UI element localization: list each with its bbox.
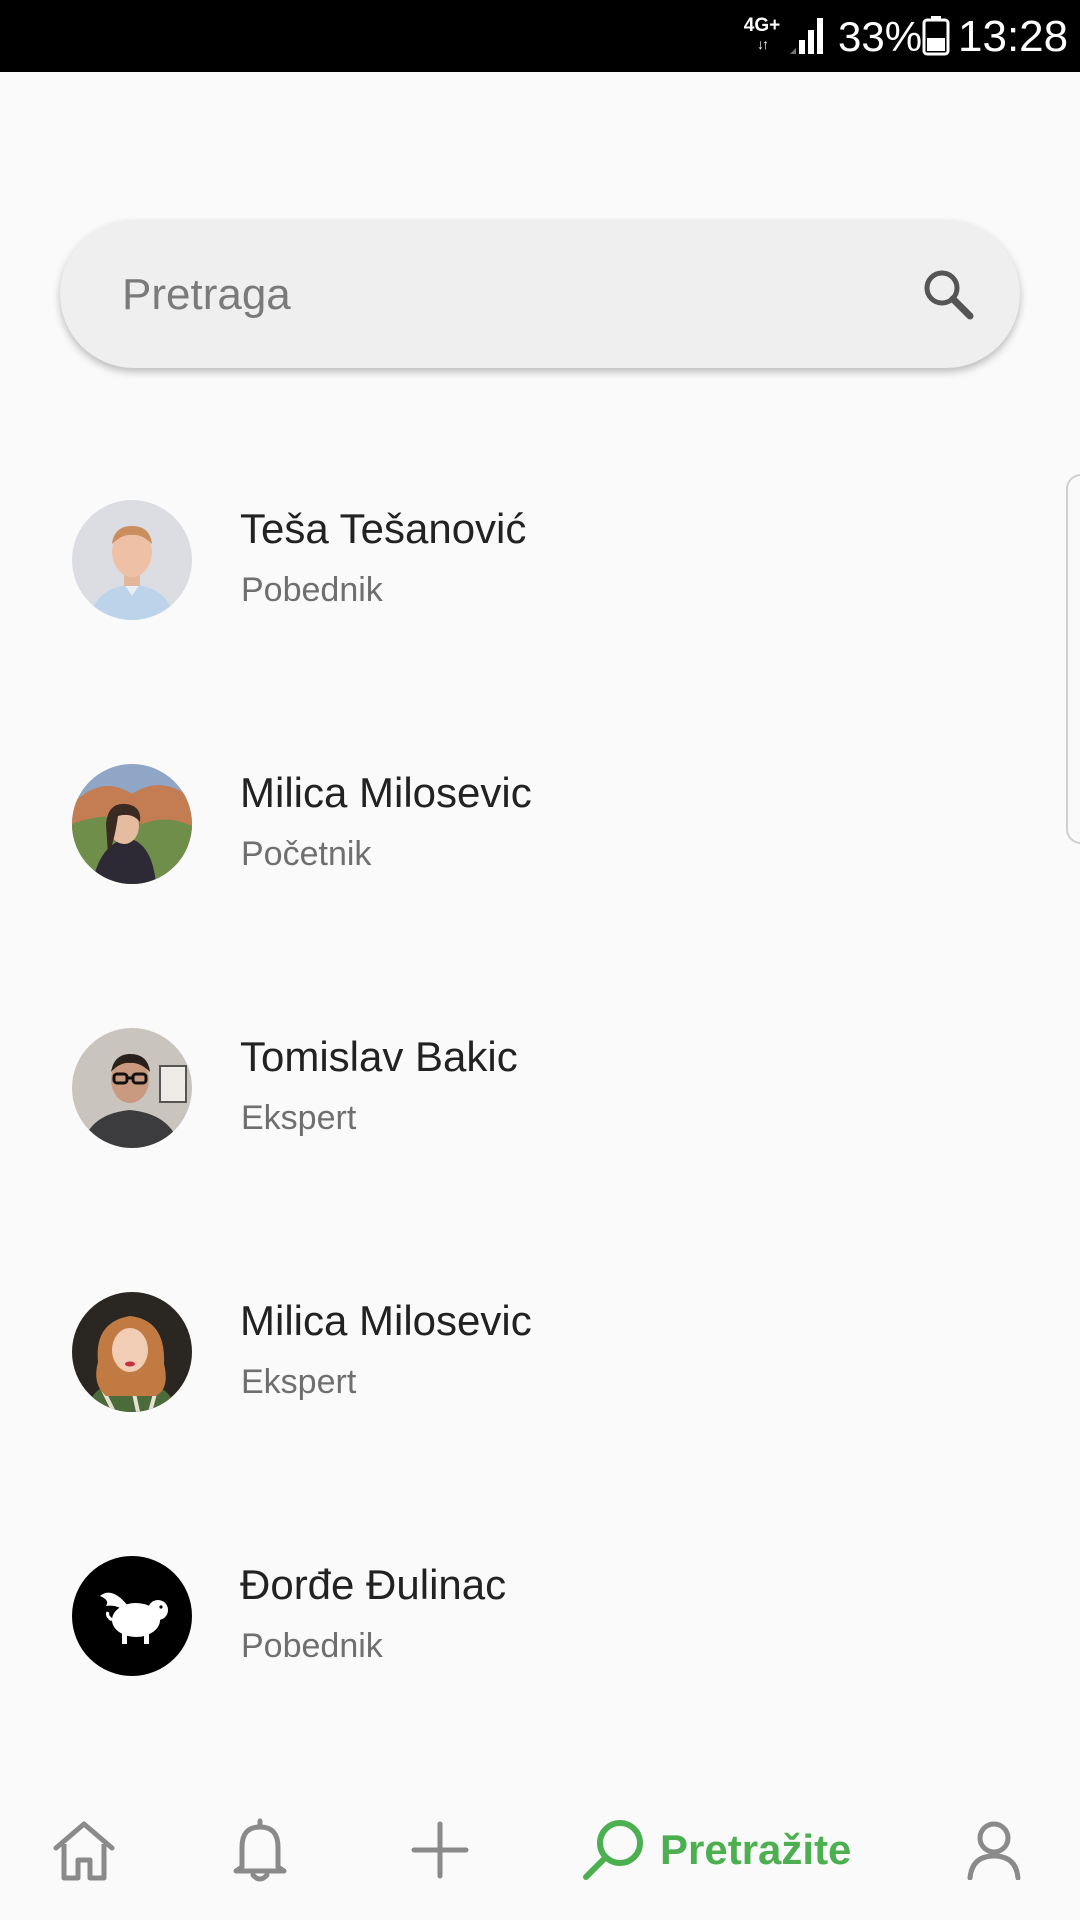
list-item[interactable]: Teša Tešanović Pobednik bbox=[0, 420, 1080, 684]
user-name: Milica Milosevic bbox=[240, 769, 532, 816]
network-label: 4G+ bbox=[743, 15, 781, 36]
search-icon[interactable] bbox=[918, 264, 978, 324]
user-list: Teša Tešanović Pobednik Milica Milosevic… bbox=[0, 420, 1080, 1740]
nav-search-label: Pretražite bbox=[660, 1826, 852, 1873]
list-item[interactable]: Tomislav Bakic Ekspert bbox=[0, 948, 1080, 1212]
user-name: Teša Tešanović bbox=[240, 505, 527, 552]
network-4g-icon: 4G+ ↓↑ bbox=[742, 16, 782, 56]
signal-icon bbox=[790, 18, 823, 54]
user-level: Pobednik bbox=[241, 1627, 383, 1665]
user-name: Milica Milosevic bbox=[240, 1297, 532, 1344]
nav-add[interactable] bbox=[390, 1780, 490, 1920]
nav-search[interactable]: Pretražite bbox=[580, 1780, 870, 1920]
home-icon bbox=[53, 1821, 115, 1881]
avatar bbox=[72, 764, 192, 884]
avatar bbox=[72, 1556, 192, 1676]
status-bar: 4G+ ↓↑ 33% 13:28 bbox=[0, 0, 1080, 72]
clock: 13:28 bbox=[958, 12, 1069, 61]
avatar bbox=[72, 1028, 192, 1148]
user-icon bbox=[967, 1821, 1021, 1880]
bell-icon bbox=[233, 1818, 287, 1882]
list-item[interactable]: Milica Milosevic Ekspert bbox=[0, 1212, 1080, 1476]
avatar bbox=[72, 1292, 192, 1412]
search-icon bbox=[583, 1820, 643, 1880]
user-level: Ekspert bbox=[241, 1363, 357, 1401]
user-name: Tomislav Bakic bbox=[240, 1033, 518, 1080]
plus-icon bbox=[411, 1821, 469, 1879]
avatar bbox=[72, 500, 192, 620]
nav-notifications[interactable] bbox=[210, 1780, 310, 1920]
search-input[interactable] bbox=[120, 220, 904, 370]
search-bar[interactable] bbox=[60, 220, 1020, 370]
user-level: Ekspert bbox=[241, 1099, 357, 1137]
nav-home[interactable] bbox=[34, 1780, 134, 1920]
battery-icon bbox=[922, 16, 950, 56]
user-name: Đorđe Đulinac bbox=[240, 1561, 507, 1608]
nav-profile[interactable] bbox=[944, 1780, 1044, 1920]
bottom-navigation: Pretražite bbox=[0, 1780, 1080, 1920]
user-level: Početnik bbox=[241, 835, 372, 873]
list-item[interactable]: Đorđe Đulinac Pobednik bbox=[0, 1476, 1080, 1740]
list-item[interactable]: Milica Milosevic Početnik bbox=[0, 684, 1080, 948]
data-arrows-icon: ↓↑ bbox=[757, 36, 769, 52]
battery-percentage: 33% bbox=[838, 13, 923, 60]
user-level: Pobednik bbox=[241, 571, 383, 609]
